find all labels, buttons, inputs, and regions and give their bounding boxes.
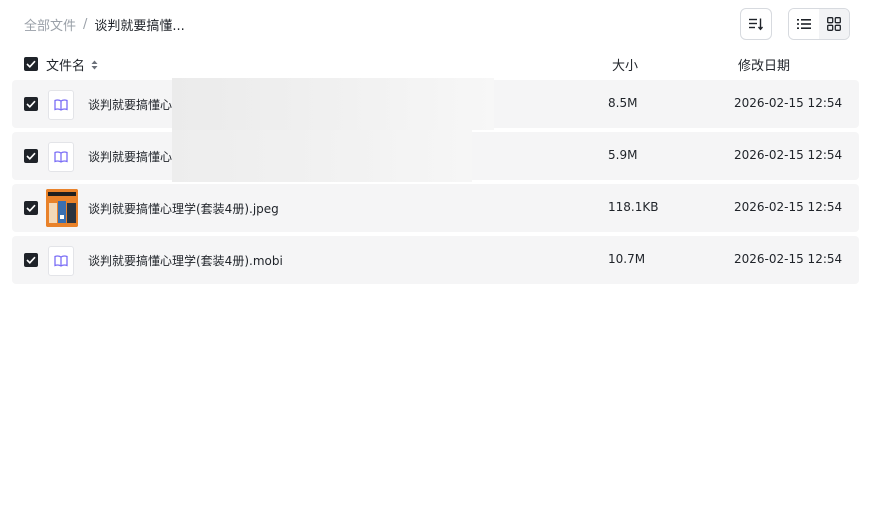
column-header-name[interactable]: 文件名	[46, 55, 98, 74]
check-icon	[26, 152, 36, 160]
redaction-overlay	[172, 78, 494, 130]
file-name[interactable]: 谈判就要搞懂心理学(套装4册).mobi	[88, 252, 283, 269]
file-name[interactable]: 谈判就要搞懂心理学(套装4册).jpeg	[88, 200, 279, 217]
row-checkbox[interactable]	[24, 253, 38, 267]
sort-arrows-icon	[91, 60, 98, 70]
breadcrumb-root-link[interactable]: 全部文件	[24, 15, 76, 34]
file-size: 10.7M	[608, 252, 646, 266]
check-icon	[26, 60, 36, 68]
column-header-size[interactable]: 大小	[612, 55, 638, 74]
image-thumbnail	[46, 189, 78, 227]
file-size: 5.9M	[608, 148, 638, 162]
breadcrumb: 全部文件 / 谈判就要搞懂...	[24, 14, 185, 34]
table-row[interactable]: 谈判就要搞懂心理学(套装4册).mobi 10.7M 2026-02-15 12…	[12, 236, 859, 284]
file-name[interactable]: 谈判就要搞懂心	[88, 96, 172, 113]
file-table-header: 文件名 大小 修改日期	[24, 54, 850, 74]
check-icon	[26, 256, 36, 264]
select-all-checkbox[interactable]	[24, 57, 38, 71]
file-size: 8.5M	[608, 96, 638, 110]
file-date: 2026-02-15 12:54	[734, 148, 843, 162]
breadcrumb-separator: /	[83, 16, 88, 32]
column-header-name-label: 文件名	[46, 59, 86, 74]
grid-view-icon	[827, 17, 841, 31]
sort-list-icon	[749, 18, 764, 31]
grid-view-button[interactable]	[819, 9, 849, 39]
check-icon	[26, 100, 36, 108]
view-mode-switch	[788, 8, 850, 40]
table-row[interactable]: 谈判就要搞懂心理学(套装4册).jpeg 118.1KB 2026-02-15 …	[12, 184, 859, 232]
book-file-icon	[48, 142, 76, 172]
file-date: 2026-02-15 12:54	[734, 200, 843, 214]
sort-button[interactable]	[740, 8, 772, 40]
file-name[interactable]: 谈判就要搞懂心	[88, 148, 172, 165]
list-view-button[interactable]	[789, 9, 819, 39]
check-icon	[26, 204, 36, 212]
row-checkbox[interactable]	[24, 201, 38, 215]
row-checkbox[interactable]	[24, 149, 38, 163]
column-header-date[interactable]: 修改日期	[738, 55, 790, 74]
file-date: 2026-02-15 12:54	[734, 96, 843, 110]
book-file-icon	[48, 90, 76, 120]
file-date: 2026-02-15 12:54	[734, 252, 843, 266]
list-view-icon	[797, 19, 811, 29]
book-file-icon	[48, 246, 76, 276]
view-toolbar	[740, 8, 850, 40]
file-size: 118.1KB	[608, 200, 659, 214]
redaction-overlay	[172, 130, 472, 182]
row-checkbox[interactable]	[24, 97, 38, 111]
breadcrumb-current: 谈判就要搞懂...	[94, 18, 185, 34]
